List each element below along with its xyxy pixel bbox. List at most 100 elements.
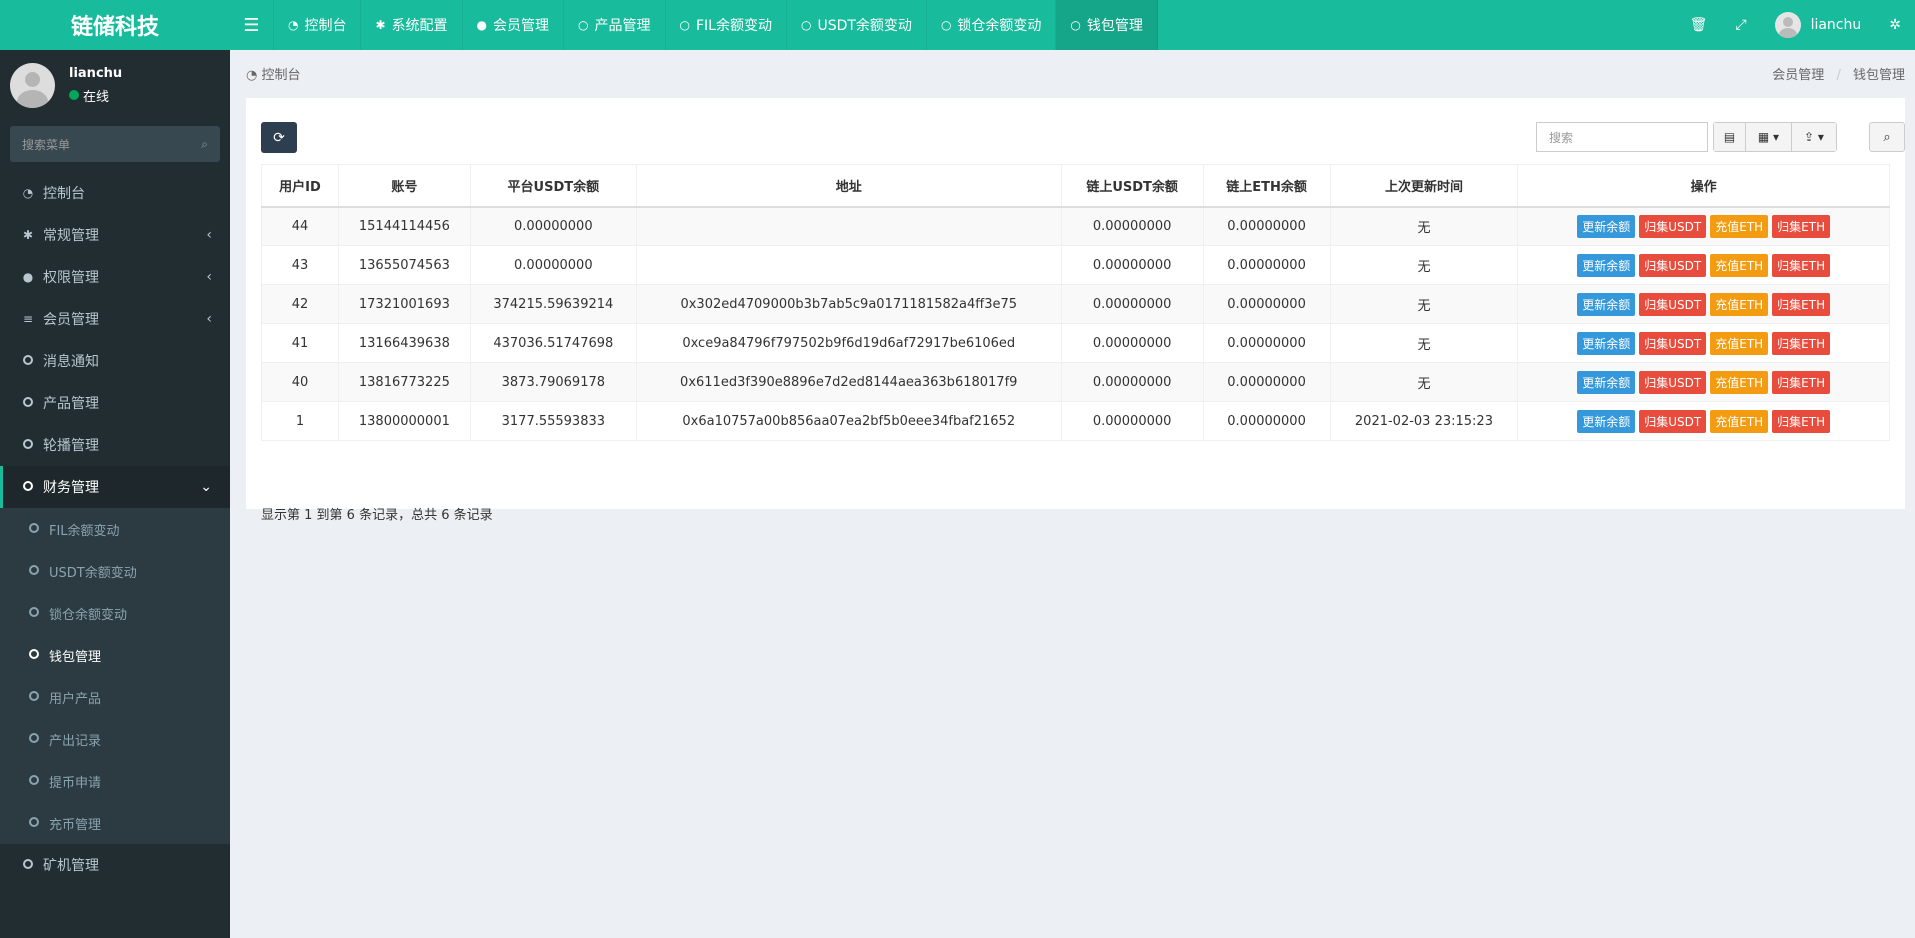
- top-tab[interactable]: ✱ 系统配置: [361, 0, 463, 50]
- sidebar-item[interactable]: 充币管理: [0, 802, 230, 844]
- column-header[interactable]: 链上USDT余额: [1060, 164, 1204, 208]
- circle-icon: [20, 396, 36, 410]
- action-button[interactable]: 归集USDT: [1639, 253, 1707, 277]
- app-logo[interactable]: 链储科技: [0, 0, 230, 50]
- sidebar-item[interactable]: 钱包管理: [0, 634, 230, 676]
- action-button[interactable]: 更新余额: [1577, 331, 1636, 355]
- top-tab[interactable]: ○ USDT余额变动: [787, 0, 927, 50]
- table-cell: 13800000001: [337, 401, 471, 441]
- table-cell: 0.00000000: [1060, 284, 1204, 324]
- toggle-view-icon[interactable]: ▤: [1714, 123, 1746, 151]
- table-cell: 0x6a10757a00b856aa07ea2bf5b0eee34fbaf216…: [635, 401, 1062, 441]
- sidebar-item[interactable]: ✱ 常规管理 ‹: [0, 214, 230, 256]
- top-tab[interactable]: ● 会员管理: [463, 0, 565, 50]
- table-cell: 0.00000000: [1060, 245, 1204, 285]
- sidebar-item[interactable]: 矿机管理: [0, 844, 230, 886]
- sidebar-item-label: 产出记录: [49, 733, 102, 749]
- top-tab-label: 控制台: [304, 18, 347, 34]
- circle-icon: [26, 564, 42, 578]
- circle-icon: ○: [578, 18, 589, 32]
- sidebar-item[interactable]: 消息通知: [0, 340, 230, 382]
- action-button[interactable]: 归集ETH: [1772, 370, 1831, 394]
- sidebar-item-label: FIL余额变动: [49, 523, 120, 539]
- sidebar-item-label: 产品管理: [43, 396, 99, 412]
- sidebar-item[interactable]: ≡ 会员管理 ‹: [0, 298, 230, 340]
- action-button[interactable]: 充值ETH: [1710, 253, 1769, 277]
- settings-icon[interactable]: ✲: [1875, 17, 1915, 33]
- action-button[interactable]: 归集ETH: [1772, 292, 1831, 316]
- breadcrumb-left[interactable]: ◔ 控制台: [246, 64, 301, 83]
- top-tab-label: USDT余额变动: [817, 18, 912, 34]
- circle-icon: [26, 606, 42, 620]
- action-button[interactable]: 归集ETH: [1772, 409, 1831, 433]
- sidebar-search-input[interactable]: 搜索菜单 ⌕: [10, 126, 220, 162]
- dashboard-icon: ◔: [288, 18, 299, 32]
- column-header[interactable]: 上次更新时间: [1329, 164, 1519, 208]
- action-button[interactable]: 更新余额: [1577, 292, 1636, 316]
- action-button[interactable]: 归集USDT: [1639, 409, 1707, 433]
- menu-toggle-icon[interactable]: ☰: [230, 0, 274, 50]
- sidebar-item[interactable]: 轮播管理: [0, 424, 230, 466]
- table-row: 42 17321001693 374215.59639214 0x302ed47090…: [261, 284, 1890, 324]
- table-cell: 41: [261, 323, 339, 363]
- column-header[interactable]: 平台USDT余额: [469, 164, 637, 208]
- table-cell: 42: [261, 284, 339, 324]
- sidebar-item[interactable]: ● 权限管理 ‹: [0, 256, 230, 298]
- top-tab-label: 系统配置: [391, 18, 448, 34]
- column-header[interactable]: 链上ETH余额: [1202, 164, 1331, 208]
- top-tab[interactable]: ○ 产品管理: [564, 0, 666, 50]
- clear-cache-icon[interactable]: 🗑: [1676, 17, 1722, 33]
- top-tab[interactable]: ◔ 控制台: [274, 0, 362, 50]
- action-button[interactable]: 更新余额: [1577, 253, 1636, 277]
- sidebar-item[interactable]: 财务管理 ⌄: [0, 466, 230, 508]
- breadcrumb-item[interactable]: 会员管理: [1772, 68, 1824, 83]
- table-search-input[interactable]: 搜索: [1536, 122, 1708, 152]
- action-button[interactable]: 充值ETH: [1710, 292, 1769, 316]
- action-button[interactable]: 归集USDT: [1639, 292, 1707, 316]
- dashboard-icon: ◔: [22, 186, 34, 200]
- action-button[interactable]: 更新余额: [1577, 409, 1636, 433]
- action-button[interactable]: 归集ETH: [1772, 253, 1831, 277]
- top-user-menu[interactable]: lianchu: [1761, 12, 1876, 38]
- sidebar-item[interactable]: 提币申请: [0, 760, 230, 802]
- sidebar-item[interactable]: USDT余额变动: [0, 550, 230, 592]
- sidebar-item[interactable]: FIL余额变动: [0, 508, 230, 550]
- action-button[interactable]: 充值ETH: [1710, 409, 1769, 433]
- action-button[interactable]: 归集USDT: [1639, 214, 1707, 238]
- column-header[interactable]: 账号: [337, 164, 471, 208]
- sidebar-item-label: 常规管理: [43, 228, 99, 244]
- export-icon[interactable]: ⇪ ▾: [1792, 123, 1836, 151]
- refresh-button[interactable]: ⟳: [261, 122, 297, 153]
- column-header[interactable]: 操作: [1517, 164, 1890, 208]
- breadcrumb-home: 控制台: [261, 68, 301, 83]
- breadcrumb: 会员管理 / 钱包管理: [1772, 64, 1905, 83]
- action-button[interactable]: 充值ETH: [1710, 214, 1769, 238]
- sidebar-item[interactable]: 产品管理: [0, 382, 230, 424]
- breadcrumb-item[interactable]: 钱包管理: [1853, 68, 1905, 83]
- table-header-row: 用户ID 账号 平台USDT余额 地址 链上USDT余额 链上ETH余额 上次更新时间 操作: [261, 164, 1890, 208]
- action-button[interactable]: 归集USDT: [1639, 331, 1707, 355]
- action-button[interactable]: 归集USDT: [1639, 370, 1707, 394]
- action-button[interactable]: 更新余额: [1577, 370, 1636, 394]
- action-button[interactable]: 充值ETH: [1710, 331, 1769, 355]
- table-cell: 40: [261, 362, 339, 402]
- sidebar-item[interactable]: 用户产品: [0, 676, 230, 718]
- action-button[interactable]: 更新余额: [1577, 214, 1636, 238]
- action-button[interactable]: 充值ETH: [1710, 370, 1769, 394]
- action-button[interactable]: 归集ETH: [1772, 331, 1831, 355]
- fullscreen-icon[interactable]: ⤢: [1721, 17, 1760, 33]
- sidebar-item[interactable]: 锁仓余额变动: [0, 592, 230, 634]
- column-header[interactable]: 地址: [635, 164, 1062, 208]
- advanced-search-icon[interactable]: ⌕: [1869, 122, 1905, 152]
- column-header[interactable]: 用户ID: [261, 164, 339, 208]
- sidebar-item[interactable]: ◔ 控制台: [0, 172, 230, 214]
- action-button[interactable]: 归集ETH: [1772, 214, 1831, 238]
- columns-icon[interactable]: ▦ ▾: [1746, 123, 1792, 151]
- top-tab[interactable]: ○ 锁仓余额变动: [927, 0, 1057, 50]
- top-avatar: [1774, 12, 1801, 38]
- top-tab[interactable]: ○ FIL余额变动: [666, 0, 787, 50]
- sidebar-item[interactable]: 产出记录: [0, 718, 230, 760]
- table-cell: 0.00000000: [1202, 245, 1331, 285]
- top-tab[interactable]: ○ 钱包管理: [1056, 0, 1158, 50]
- table-cell: 0xce9a84796f797502b9f6d19d6af72917be6106…: [635, 323, 1062, 363]
